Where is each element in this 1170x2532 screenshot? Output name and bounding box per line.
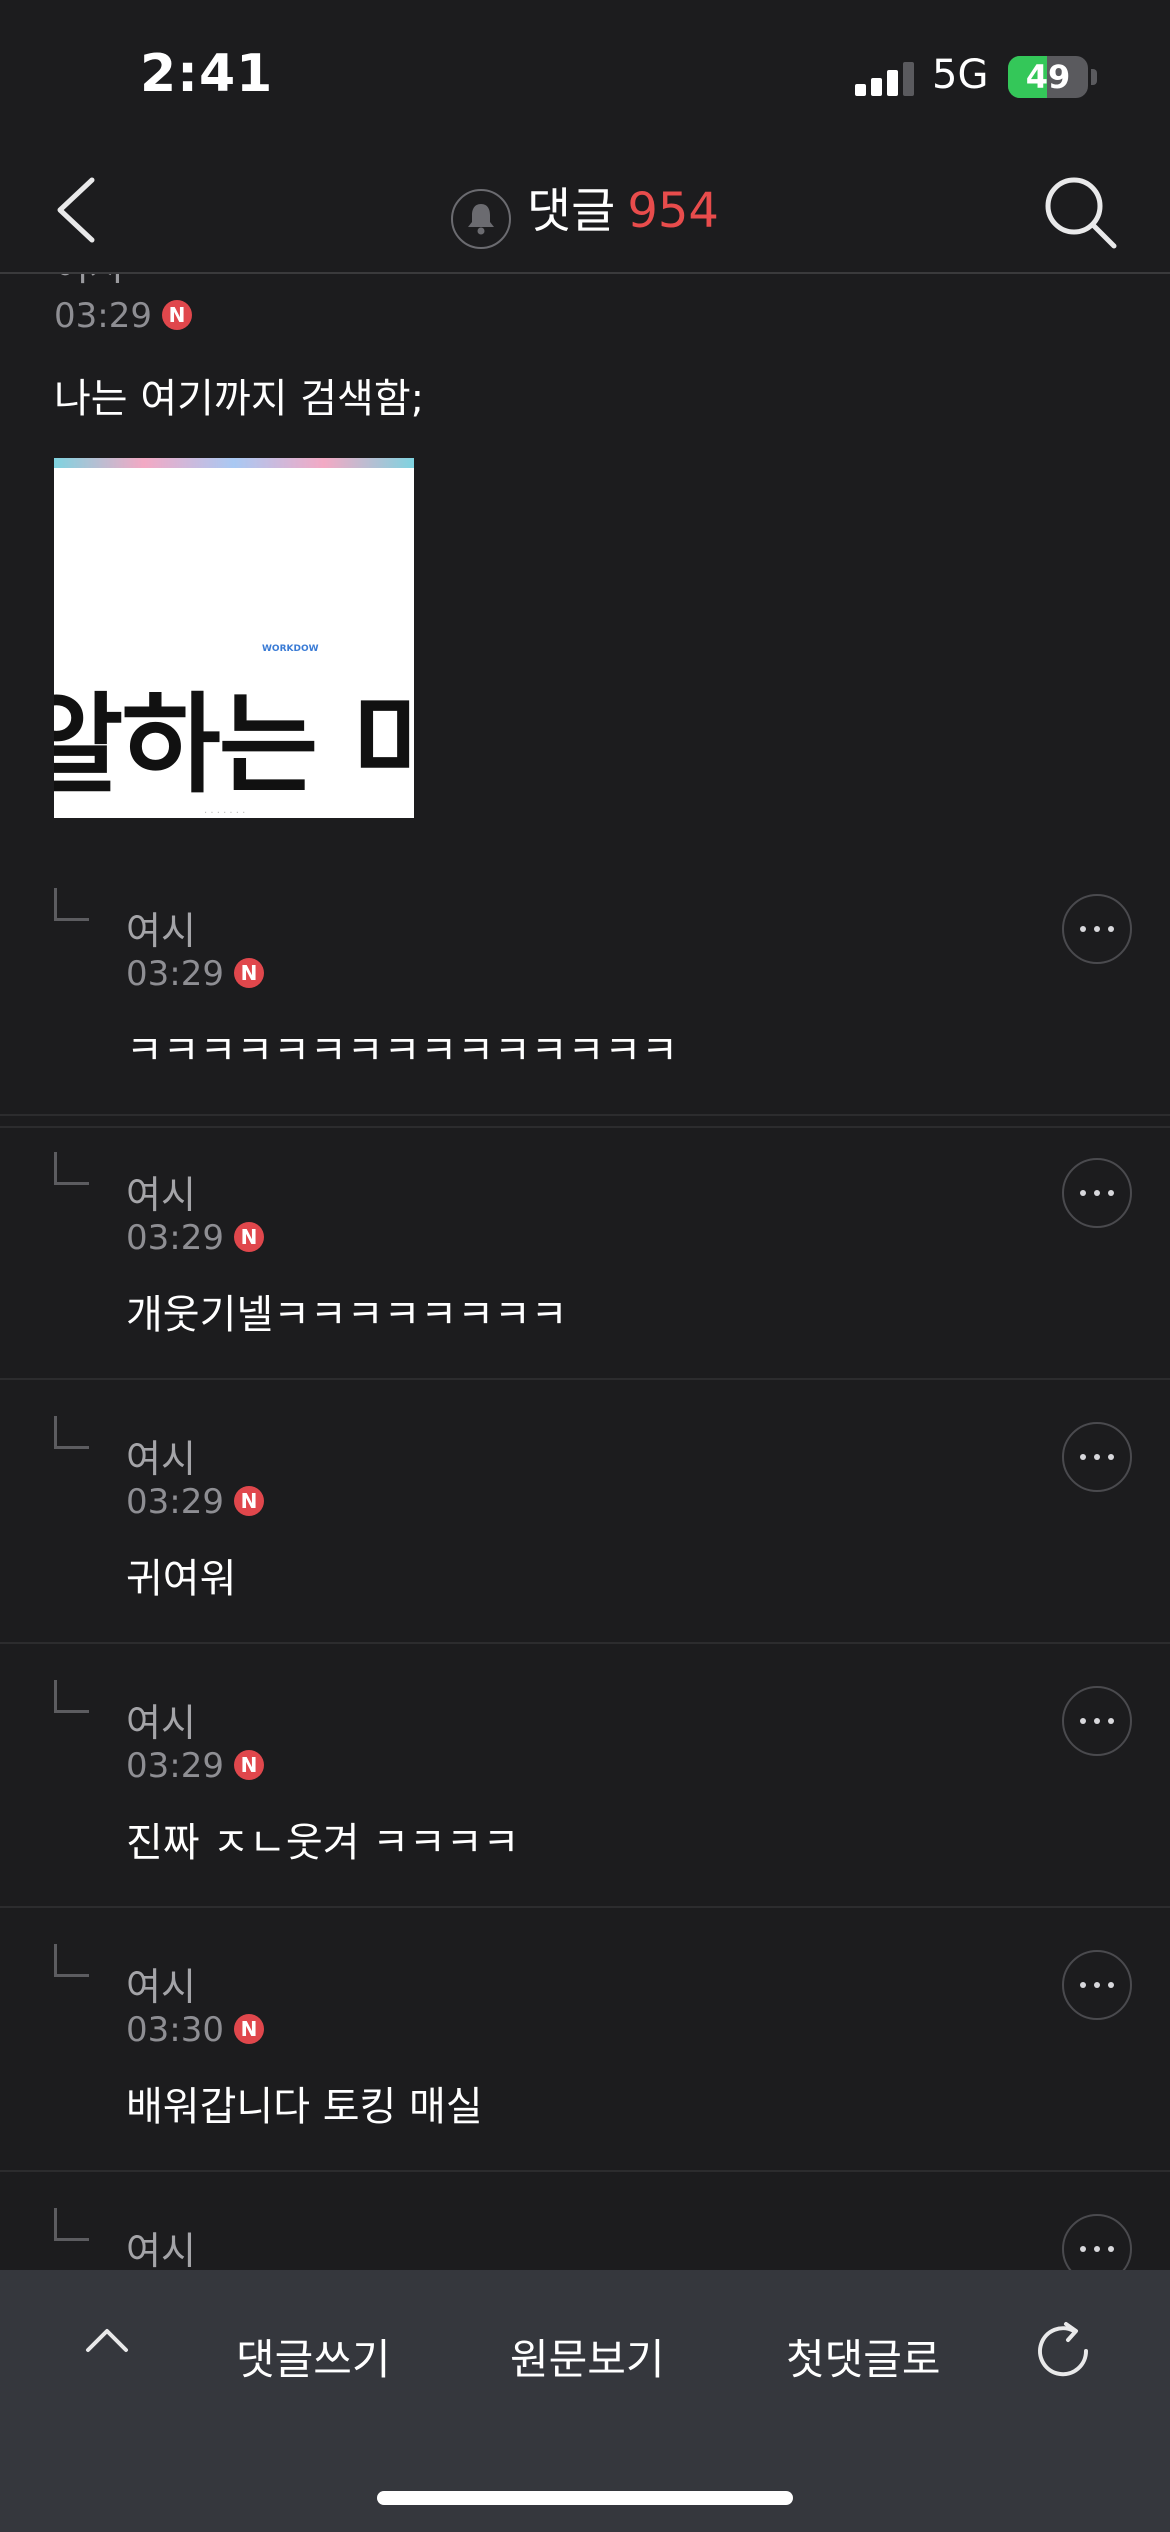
first-comment-button[interactable]: 첫댓글로 xyxy=(786,2326,941,2387)
reply-arrow-icon xyxy=(54,888,89,921)
search-icon[interactable] xyxy=(1040,172,1120,252)
more-options-button[interactable] xyxy=(1062,894,1132,964)
reply-time: 03:30 xyxy=(126,2010,224,2050)
network-type: 5G xyxy=(932,52,989,98)
reply-time-row: 03:29 N xyxy=(126,1218,264,1258)
reply-author: 여시 xyxy=(126,1701,196,1745)
more-options-button[interactable] xyxy=(1062,1422,1132,1492)
new-badge: N xyxy=(233,1749,264,1780)
battery-level: 49 xyxy=(1025,58,1071,96)
reply-time-row: 03:29 N xyxy=(126,1746,264,1786)
image-faint-text: · · · · · · · xyxy=(204,808,246,818)
reply-arrow-icon xyxy=(54,1944,89,1977)
reply-text: 개웃기넬ㅋㅋㅋㅋㅋㅋㅋㅋ xyxy=(126,1292,568,1338)
header: 댓글 954 xyxy=(0,150,1170,274)
reply-author: 여시 xyxy=(126,1965,196,2009)
reply-time: 03:29 xyxy=(126,1218,224,1258)
reply-time: 03:29 xyxy=(126,1482,224,1522)
comment-image[interactable]: WORKDOW 알하는 미 · · · · · · · xyxy=(54,458,414,818)
new-badge: N xyxy=(233,2013,264,2044)
comment-count: 954 xyxy=(627,183,719,239)
comment-time-row: 03:29 N xyxy=(54,296,192,336)
more-options-button[interactable] xyxy=(1062,1158,1132,1228)
reply-author: 여시 xyxy=(126,1173,196,1217)
reply-author: 여시 xyxy=(126,2229,196,2273)
more-options-button[interactable] xyxy=(1062,1686,1132,1756)
home-indicator[interactable] xyxy=(377,2491,793,2505)
header-title-group: 댓글 954 xyxy=(0,150,1170,283)
image-caption-text: 알하는 미 xyxy=(54,683,414,808)
new-badge: N xyxy=(233,957,264,988)
reply-text: ㅋㅋㅋㅋㅋㅋㅋㅋㅋㅋㅋㅋㅋㅋㅋ xyxy=(126,1028,678,1074)
more-options-button[interactable] xyxy=(1062,2214,1132,2274)
page-title: 댓글 xyxy=(527,183,616,239)
write-comment-button[interactable]: 댓글쓰기 xyxy=(236,2326,391,2387)
reply-time-row: 03:29 N xyxy=(126,954,264,994)
chevron-up-icon[interactable] xyxy=(82,2316,132,2366)
bell-icon[interactable] xyxy=(451,188,512,249)
reply-item: 여시 03:30 N 배워갑니다 토킹 매실 xyxy=(0,1908,1170,2172)
reply-item: 여시 03:29 N 개웃기넬ㅋㅋㅋㅋㅋㅋㅋㅋ xyxy=(0,1116,1170,1380)
comment-list[interactable]: 여시 03:29 N 나는 여기까지 검색함; WORKDOW 알하는 미 · ·… xyxy=(0,274,1170,2274)
battery-icon: 49 xyxy=(1008,56,1088,98)
image-stripe xyxy=(54,458,414,468)
cellular-signal-icon xyxy=(855,62,915,96)
reply-arrow-icon xyxy=(54,1152,89,1185)
reply-item: 여시 03:29 N 진짜 ㅈㄴ웃겨 ㅋㅋㅋㅋ xyxy=(0,1644,1170,1908)
reply-text: 귀여워 xyxy=(126,1556,237,1602)
reply-time: 03:29 xyxy=(126,1746,224,1786)
reply-arrow-icon xyxy=(54,2208,89,2241)
comment-author: 여시 xyxy=(54,274,124,291)
reply-time-row: 03:29 N xyxy=(126,1482,264,1522)
refresh-icon[interactable] xyxy=(1030,2318,1096,2384)
reply-arrow-icon xyxy=(54,1680,89,1713)
reply-text: 진짜 ㅈㄴ웃겨 ㅋㅋㅋㅋ xyxy=(126,1820,520,1866)
new-badge: N xyxy=(233,1485,264,1516)
comment-text: 나는 여기까지 검색함; xyxy=(54,376,425,422)
more-options-button[interactable] xyxy=(1062,1950,1132,2020)
reply-author: 여시 xyxy=(126,909,196,953)
reply-item: 여시 03:29 N ㅋㅋㅋㅋㅋㅋㅋㅋㅋㅋㅋㅋㅋㅋㅋ xyxy=(0,852,1170,1116)
image-brand-text: WORKDOW xyxy=(262,644,319,654)
comment-time: 03:29 xyxy=(54,296,152,336)
status-bar: 2:41 5G 49 xyxy=(0,0,1170,150)
new-badge: N xyxy=(161,299,192,330)
reply-time-row: 03:30 N xyxy=(126,2010,264,2050)
reply-text: 배워갑니다 토킹 매실 xyxy=(126,2084,483,2130)
reply-item: 여시 xyxy=(0,2172,1170,2274)
reply-time: 03:29 xyxy=(126,954,224,994)
reply-item: 여시 03:29 N 귀여워 xyxy=(0,1380,1170,1644)
reply-author: 여시 xyxy=(126,1437,196,1481)
reply-arrow-icon xyxy=(54,1416,89,1449)
view-original-button[interactable]: 원문보기 xyxy=(510,2326,665,2387)
battery-nub xyxy=(1091,69,1097,85)
new-badge: N xyxy=(233,1221,264,1252)
status-time: 2:41 xyxy=(140,44,274,104)
